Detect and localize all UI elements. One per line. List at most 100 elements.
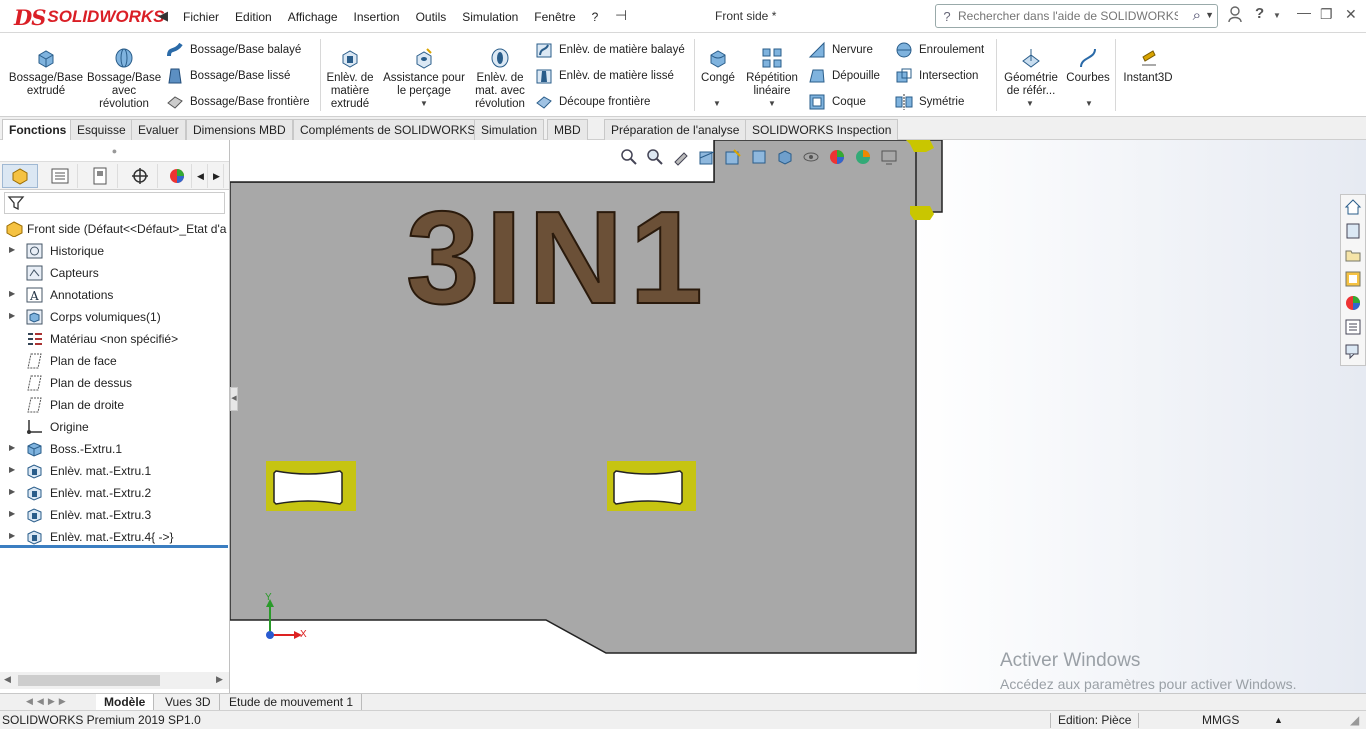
tab-dimensions-mbd[interactable]: Dimensions MBD [186,119,293,140]
expand-icon[interactable]: ▶ [9,531,15,540]
feature-manager-tab[interactable] [2,164,38,188]
reference-geometry-button[interactable]: Géométrie de référ... [1000,47,1062,98]
filter-box[interactable] [4,192,225,214]
tree-item-cut-extru-2[interactable]: ▶ Enlèv. mat.-Extru.2 [0,482,229,504]
tree-item-cut-extru-1[interactable]: ▶ Enlèv. mat.-Extru.1 [0,460,229,482]
tree-item-plan-de-dessus[interactable]: Plan de dessus [0,372,229,394]
search-dropdown-icon[interactable]: ▼ [1205,10,1214,20]
solidworks-resources-icon[interactable] [1341,195,1365,219]
shell-button[interactable]: Coque [808,92,866,112]
tree-item-annotations[interactable]: ▶ A Annotations [0,284,229,306]
tab-evaluer[interactable]: Evaluer [131,119,186,140]
display-style-icon[interactable] [774,146,796,168]
scrollbar-thumb[interactable] [18,675,160,686]
hole-wizard-button[interactable]: Assistance pour le perçage [380,47,468,98]
menu-help[interactable]: ? [584,10,607,24]
tree-item-plan-de-droite[interactable]: Plan de droite [0,394,229,416]
solidworks-logo[interactable]: DS SOLIDWORKS [14,5,165,30]
user-icon[interactable] [1228,6,1242,25]
menu-fenetre[interactable]: Fenêtre [526,10,583,24]
expand-icon[interactable]: ▶ [9,487,15,496]
menu-insertion[interactable]: Insertion [346,10,408,24]
menu-affichage[interactable]: Affichage [280,10,346,24]
close-icon[interactable]: ✕ [1345,6,1357,23]
menu-edition[interactable]: Edition [227,10,280,24]
fillet-dropdown-icon[interactable]: ▼ [713,99,721,108]
boundary-cut-button[interactable]: Découpe frontière [535,92,650,112]
expand-icon[interactable]: ▶ [9,443,15,452]
engraved-text[interactable]: 3IN1 [405,187,709,329]
tab-etude-mouvement[interactable]: Etude de mouvement 1 [221,694,363,711]
boundary-boss-button[interactable]: Bossage/Base frontière [166,92,310,112]
curves-dropdown-icon[interactable]: ▼ [1085,99,1093,108]
draft-button[interactable]: Dépouille [808,66,880,86]
notch-highlight-bottom[interactable] [910,206,934,220]
scroll-right-icon[interactable]: ▶ [216,674,223,685]
tree-item-historique[interactable]: ▶ Historique [0,240,229,262]
custom-properties-icon[interactable] [1341,315,1365,339]
apply-scene-icon[interactable] [852,146,874,168]
help-icon[interactable]: ? [1255,5,1264,22]
expand-icon[interactable]: ▶ [9,465,15,474]
graphics-viewport[interactable]: 3IN1 Y X ◫ ◫ — ❐ ✕ ◀ Activer Windows Acc… [230,140,1366,693]
menu-simulation[interactable]: Simulation [454,10,526,24]
panel-collapse-icon[interactable]: ◀ [230,387,238,411]
units-dropdown-icon[interactable]: ▲ [1274,715,1283,725]
dynamic-annotation-icon[interactable] [722,146,744,168]
pin-icon[interactable]: ⊣ [615,7,627,24]
pattern-dropdown-icon[interactable]: ▼ [768,99,776,108]
intersect-button[interactable]: Intersection [895,66,978,86]
file-explorer-icon[interactable] [1341,243,1365,267]
tab-complements[interactable]: Compléments de SOLIDWORKS [293,119,483,140]
tree-item-materiau[interactable]: Matériau <non spécifié> [0,328,229,350]
slot-highlight-right[interactable] [607,461,696,511]
linear-pattern-button[interactable]: Répétition linéaire [742,47,802,98]
units-selector[interactable]: MMGS [1202,713,1239,727]
minimize-icon[interactable]: — [1297,4,1311,20]
scroll-left-icon[interactable]: ◀ [4,674,11,685]
revolved-cut-button[interactable]: Enlèv. de mat. avec révolution [470,47,530,111]
resize-grip-icon[interactable]: ◢ [1350,713,1359,727]
tab-simulation[interactable]: Simulation [474,119,545,140]
lofted-cut-button[interactable]: Enlèv. de matière lissé [535,66,674,86]
appearances-icon[interactable] [1341,291,1365,315]
menu-fichier[interactable]: Fichier [175,10,227,24]
mirror-button[interactable]: Symétrie [895,92,964,112]
configuration-manager-tab[interactable] [82,164,118,188]
swept-cut-button[interactable]: Enlèv. de matière balayé [535,40,685,60]
tab-esquisse[interactable]: Esquisse [70,119,133,140]
menu-outils[interactable]: Outils [408,10,455,24]
view-settings-icon[interactable] [878,146,900,168]
expand-icon[interactable]: ▶ [9,509,15,518]
search-icon[interactable]: ⌕ [1193,7,1201,24]
reference-geometry-dropdown-icon[interactable]: ▼ [1026,99,1034,108]
help-search-input[interactable] [958,9,1178,23]
design-library-icon[interactable] [1341,219,1365,243]
boss-revolve-button[interactable]: Bossage/Base avec révolution [87,47,161,111]
slot-highlight-left[interactable] [266,461,356,511]
swept-boss-button[interactable]: Bossage/Base balayé [166,40,301,60]
hole-wizard-dropdown-icon[interactable]: ▼ [420,99,428,108]
tree-item-cut-extru-3[interactable]: ▶ Enlèv. mat.-Extru.3 [0,504,229,526]
dimxpert-tab[interactable] [122,164,158,188]
hide-show-items-icon[interactable] [800,146,822,168]
tab-solidworks-inspection[interactable]: SOLIDWORKS Inspection [745,119,899,140]
panel-horizontal-scrollbar[interactable]: ◀ ▶ [0,672,229,689]
tree-item-capteurs[interactable]: Capteurs [0,262,229,284]
edit-appearance-icon[interactable] [826,146,848,168]
tree-item-plan-de-face[interactable]: Plan de face [0,350,229,372]
tab-modele[interactable]: Modèle [96,694,155,711]
extruded-cut-button[interactable]: Enlèv. de matière extrudé [324,47,376,111]
wrap-button[interactable]: Enroulement [895,40,984,60]
forum-icon[interactable] [1341,339,1365,363]
tree-item-boss-extru-1[interactable]: ▶ Boss.-Extru.1 [0,438,229,460]
instant3d-button[interactable]: Instant3D [1118,47,1178,85]
fillet-button[interactable]: Congé [698,47,738,85]
tab-preparation-analyse[interactable]: Préparation de l'analyse [604,119,747,140]
restore-icon[interactable]: ❐ [1320,6,1333,23]
menu-arrow-icon[interactable]: ◀ [158,8,168,24]
tabs-scroll-left-icon[interactable]: ◀ [194,164,208,188]
expand-icon[interactable]: ▶ [9,311,15,320]
boss-extrude-button[interactable]: Bossage/Base extrudé [6,47,86,98]
rib-button[interactable]: Nervure [808,40,873,60]
